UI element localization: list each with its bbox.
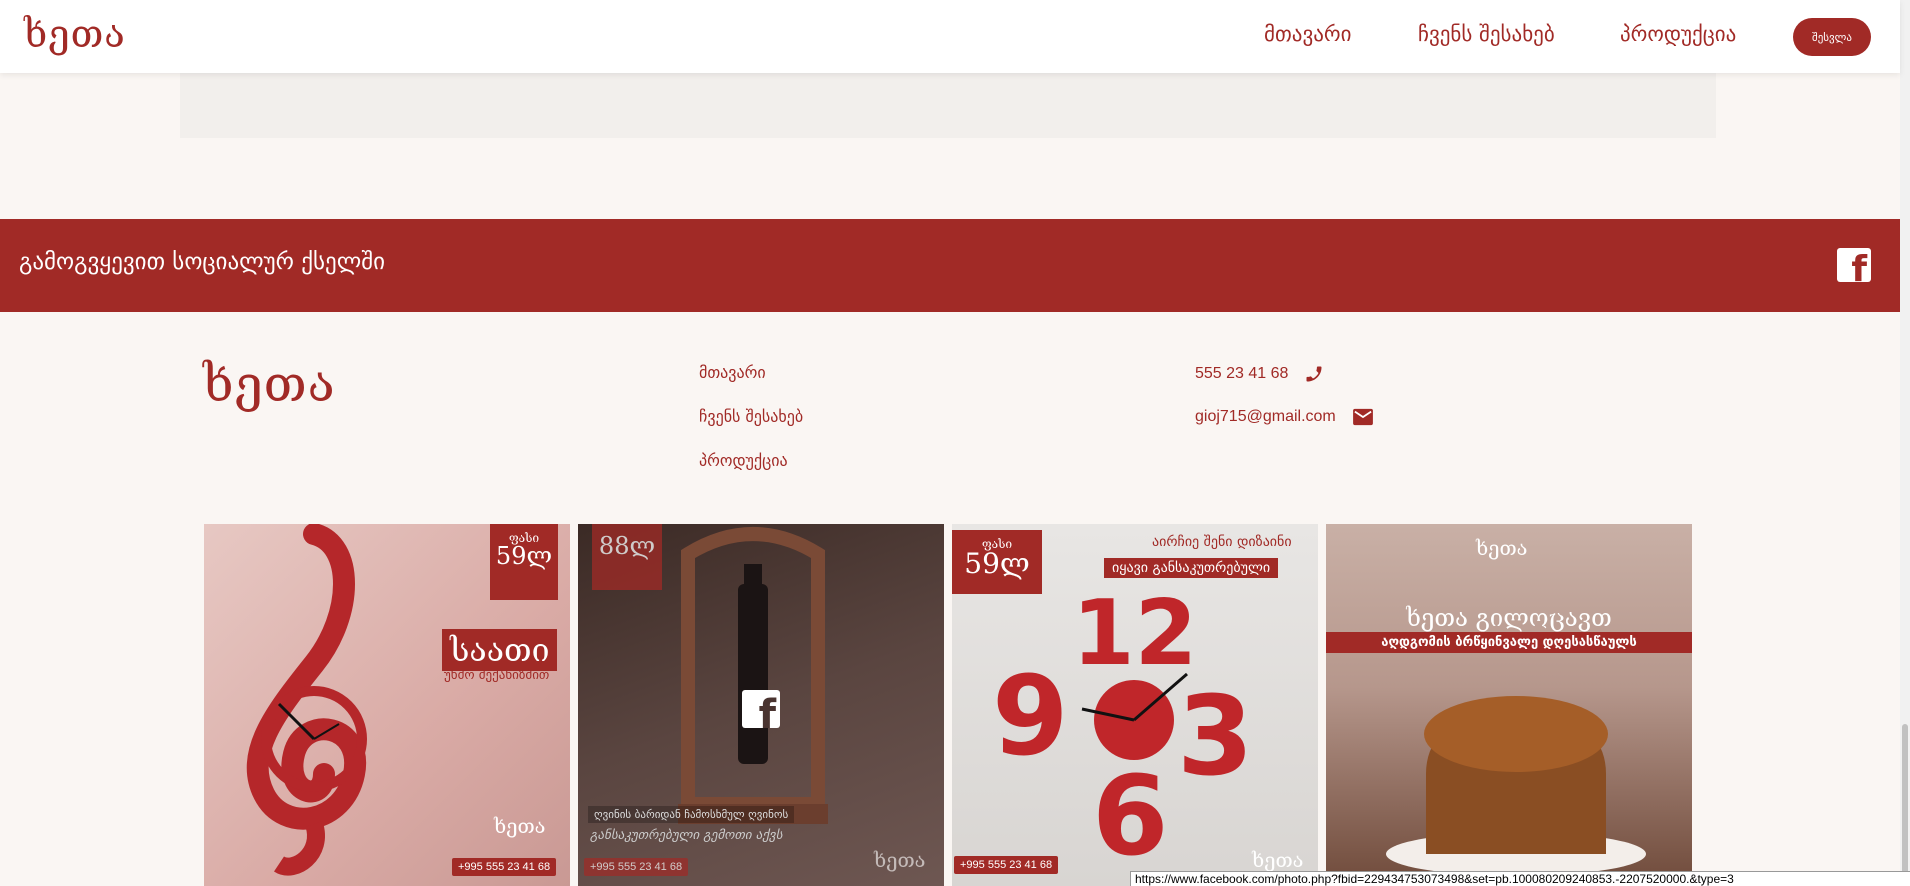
tile-caption: ღვინის ბარიდან ჩამოსხმულ ღვინოს [588,806,795,823]
price-value: 59ლ [495,542,553,570]
tile-line1: აირჩიე შენი დიზაინი [1152,534,1292,550]
price-value: 59ლ [964,547,1030,580]
svg-text:3: 3 [1177,672,1254,800]
header-logo[interactable]: ხეთა [24,12,126,56]
top-header: ხეთა მთავარი ჩვენს შესახებ პროდუქცია შეს… [0,0,1900,73]
tile-title: საათი [442,629,558,671]
tile-title: ხეთა გილოცავთ [1406,604,1612,632]
tile-subtitle: უხმო მექანიზმით [444,668,550,683]
price-ribbon: 88ლ [592,524,662,590]
tile-logo: ხეთა [494,814,546,838]
phone-icon [1304,364,1324,384]
nav-about[interactable]: ჩვენს შესახებ [1418,22,1555,46]
social-bar: გამოგვყევით სოციალურ ქსელში [0,219,1900,312]
link-preview-url: https://www.facebook.com/photo.php?fbid=… [1130,871,1910,886]
content-section [180,73,1716,138]
email-address: gioj715@gmail.com [1195,408,1336,425]
facebook-icon[interactable]: f [1837,248,1871,282]
footer-link-home[interactable]: მთავარი [699,363,766,382]
tile-logo: ხეთა [1252,848,1304,872]
tile-subtitle: აღდგომის ბრწყინვალე დღესასწაულს [1326,632,1692,653]
gallery-tile-number-clock[interactable]: 12 9 3 6 ფასი 59ლ აირჩიე შენი დიზაინი იყ… [952,524,1318,886]
footer-email[interactable]: gioj715@gmail.com [1195,408,1374,426]
tile-caption-secondary: განსაკუთრებული გემოთი აქვს [590,828,783,843]
price-value: 88ლ [598,532,656,560]
svg-text:6: 6 [1092,752,1169,880]
nav-products[interactable]: პროდუქცია [1620,22,1736,46]
footer-logo[interactable]: ხეთა [203,355,336,413]
easter-cake-image [1386,696,1646,876]
tile-logo: ხეთა [874,848,926,872]
scrollbar-thumb[interactable] [1902,724,1908,884]
footer-phone[interactable]: 555 23 41 68 [1195,364,1324,384]
tile-phone: +995 555 23 41 68 [452,858,557,876]
price-label: ფასი [508,531,540,545]
gallery-tile-wine-bar[interactable]: 88ლ f ღვინის ბარიდან ჩამოსხმულ ღვინოს გა… [578,524,944,886]
tile-line2: იყავი განსაკუთრებული [1104,558,1279,578]
page: ხეთა მთავარი ჩვენს შესახებ პროდუქცია შეს… [0,0,1910,886]
svg-text:9: 9 [992,652,1069,780]
nav-home[interactable]: მთავარი [1264,22,1351,46]
svg-text:12: 12 [1072,581,1197,686]
social-heading: გამოგვყევით სოციალურ ქსელში [19,249,386,275]
tile-phone: +995 555 23 41 68 [584,858,689,876]
gallery-tile-easter-cake[interactable]: ხეთა ხეთა გილოცავთ აღდგომის ბრწყინვალე დ… [1326,524,1692,886]
price-ribbon: ფასი 59ლ [952,530,1042,594]
tile-phone: +995 555 23 41 68 [954,856,1059,874]
page-scrollbar[interactable] [1900,0,1910,886]
footer-link-products[interactable]: პროდუქცია [699,451,788,470]
price-ribbon: ფასი 59ლ [490,524,558,600]
mail-icon [1352,408,1374,426]
footer-link-about[interactable]: ჩვენს შესახებ [699,407,803,426]
facebook-overlay-icon: f [742,690,780,728]
tile-logo: ხეთა [1476,536,1528,560]
gallery-tile-clock[interactable]: ფასი 59ლ საათი უხმო მექანიზმით ხეთა +995… [204,524,570,886]
login-button[interactable]: შესვლა [1793,18,1871,56]
phone-number: 555 23 41 68 [1195,365,1289,382]
